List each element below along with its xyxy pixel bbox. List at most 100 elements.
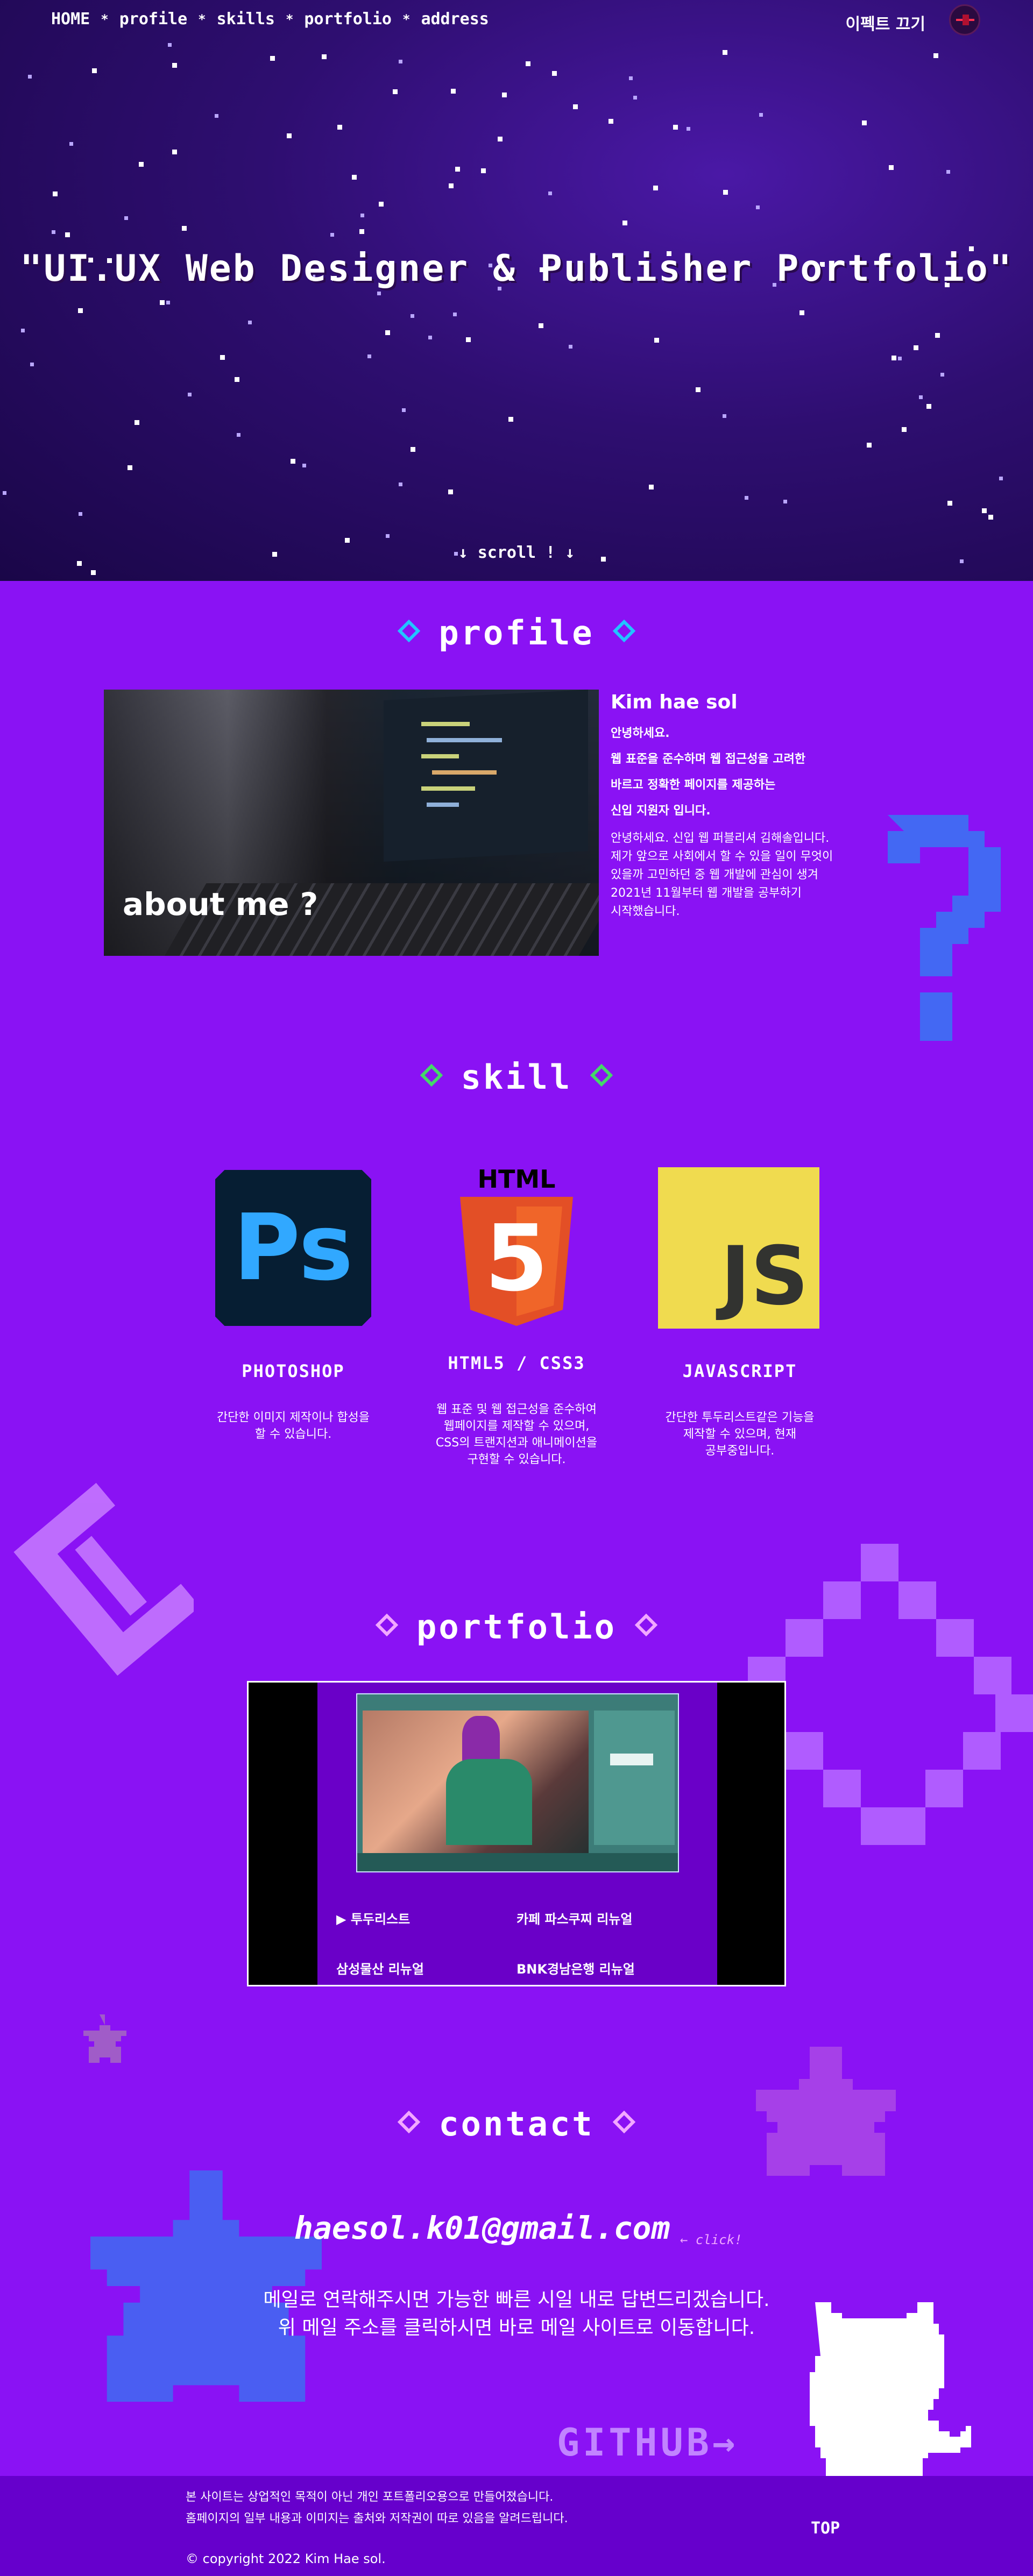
portfolio-item-todolist[interactable]: ▶ 투두리스트 — [336, 1908, 410, 1927]
star-icon — [673, 125, 678, 130]
star-icon — [270, 56, 275, 61]
star-icon — [999, 477, 1003, 480]
star-icon — [526, 61, 530, 66]
html5-logo-text: HTML — [477, 1165, 556, 1194]
diamond-icon — [398, 2110, 421, 2134]
star-icon — [345, 538, 350, 543]
nav-separator: * — [101, 11, 109, 27]
star-icon — [30, 363, 34, 366]
star-icon — [569, 345, 572, 349]
footer: 본 사이트는 상업적인 목적이 아닌 개인 포트폴리오용으로 만들어졌습니다. … — [0, 2476, 1033, 2576]
contact-title-text: contact — [438, 2104, 595, 2144]
star-icon — [160, 300, 165, 305]
star-icon — [988, 515, 993, 520]
github-link[interactable]: GITHUB→ — [557, 2421, 738, 2465]
preview-taskbar — [357, 1853, 678, 1871]
photoshop-logo-text: Ps — [233, 1195, 353, 1301]
star-icon — [92, 68, 97, 73]
javascript-logo-icon: JS — [658, 1167, 819, 1329]
skill-description-line: 웹페이지를 제작할 수 있으며, — [443, 1420, 590, 1433]
star-icon — [449, 183, 454, 188]
star-icon — [723, 50, 727, 55]
nav-skills[interactable]: skills — [217, 10, 275, 29]
hero-title: "UI.UX Web Designer & Publisher Portfoli… — [20, 247, 1013, 290]
effect-toggle-icon[interactable] — [949, 4, 980, 36]
star-icon — [168, 43, 172, 47]
preview-input-box — [610, 1754, 653, 1765]
about-me-image[interactable]: about me ? — [104, 690, 599, 956]
star-icon — [360, 214, 364, 217]
skill-description-line: 공부중입니다. — [705, 1444, 775, 1458]
html5-logo-icon: HTML 5 — [460, 1165, 573, 1326]
nav-address[interactable]: address — [421, 10, 489, 29]
star-icon — [573, 104, 578, 109]
preview-character-hair — [462, 1716, 500, 1764]
star-icon — [21, 329, 25, 332]
star-icon — [172, 150, 177, 154]
star-icon — [188, 393, 192, 396]
intro-line: 신입 지원자 입니다. — [611, 804, 711, 818]
description-line: 제가 앞으로 사회에서 할 수 있을 일이 무엇이 — [611, 850, 833, 863]
skill-html-css: HTML 5 HTML5 / CSS3 웹 표준 및 웹 접근성을 준수하여 웹… — [414, 1165, 619, 1477]
contact-message-line: 위 메일 주소를 클릭하시면 바로 메일 사이트로 이동합니다. — [278, 2317, 755, 2339]
javascript-logo-text: JS — [720, 1230, 809, 1323]
preview-side-panel — [594, 1711, 675, 1845]
skill-photoshop: Ps PHOTOSHOP 간단한 이미지 제작이나 합성을 할 수 있습니다. — [194, 1167, 393, 1458]
star-icon — [69, 142, 73, 146]
portfolio-item-bnk[interactable]: BNK경남은행 리뉴얼 — [516, 1958, 635, 1977]
portfolio-preview-image[interactable] — [356, 1693, 679, 1872]
preview-character-body — [446, 1759, 532, 1845]
skill-description: 웹 표준 및 웹 접근성을 준수하여 웹페이지를 제작할 수 있으며, CSS의… — [414, 1401, 619, 1468]
star-icon — [745, 496, 748, 500]
star-icon — [399, 60, 402, 63]
intro-line: 웹 표준을 준수하며 웹 접근성을 고려한 — [611, 753, 806, 766]
nav-separator: * — [285, 11, 294, 27]
skill-description: 간단한 투두리스트같은 기능을 제작할 수 있으며, 현재 공부중입니다. — [640, 1409, 839, 1459]
description-line: 안녕하세요. 신입 웹 퍼블리셔 김해솔입니다. — [611, 832, 830, 845]
diamond-icon — [612, 619, 635, 643]
star-icon — [337, 125, 342, 130]
portfolio-item-pascucci[interactable]: 카페 파스쿠찌 리뉴얼 — [516, 1908, 632, 1927]
star-icon — [367, 354, 371, 358]
star-icon — [723, 414, 726, 418]
email-click-hint: ← click! — [680, 2232, 742, 2247]
star-icon — [28, 75, 32, 79]
star-icon — [926, 404, 931, 409]
star-icon — [330, 233, 334, 237]
star-icon — [552, 71, 557, 76]
contact-section-title: contact — [0, 2104, 1033, 2144]
star-icon — [455, 167, 460, 172]
email-link[interactable]: haesol.k01@gmail.com — [294, 2210, 670, 2246]
star-icon — [481, 168, 486, 173]
scroll-hint[interactable]: ↓ scroll ! ↓ — [0, 543, 1033, 562]
star-icon — [935, 333, 940, 338]
nav-separator: * — [402, 11, 411, 27]
star-icon — [508, 417, 513, 422]
portfolio-item-samsung[interactable]: 삼성물산 리뉴얼 — [336, 1958, 424, 1977]
star-icon — [402, 408, 406, 412]
code-line — [427, 738, 502, 742]
star-icon — [783, 500, 787, 503]
profile-text: Kim hae sol 안녕하세요. 웹 표준을 준수하며 웹 접근성을 고려한… — [611, 691, 912, 921]
star-icon — [799, 310, 804, 315]
diamond-icon — [590, 1063, 613, 1087]
star-icon — [548, 191, 552, 195]
nav-home[interactable]: HOME — [51, 10, 90, 29]
effect-toggle-button[interactable]: 이펙트 끄기 — [846, 11, 925, 34]
code-line — [421, 754, 459, 758]
star-icon — [898, 357, 902, 360]
code-line — [421, 786, 475, 791]
star-icon — [466, 337, 471, 342]
star-icon — [723, 190, 728, 195]
description-line: 2021년 11월부터 웹 개발을 공부하기 — [611, 886, 802, 900]
profile-name: Kim hae sol — [611, 691, 738, 713]
top-button[interactable]: TOP — [811, 2519, 840, 2538]
star-icon — [291, 459, 295, 464]
star-icon — [379, 202, 384, 207]
star-icon — [914, 345, 918, 350]
nav-profile[interactable]: profile — [119, 10, 187, 29]
intro-line: 바르고 정확한 페이지를 제공하는 — [611, 778, 776, 792]
star-icon — [411, 314, 414, 318]
diamond-icon — [420, 1063, 443, 1087]
nav-portfolio[interactable]: portfolio — [304, 10, 392, 29]
